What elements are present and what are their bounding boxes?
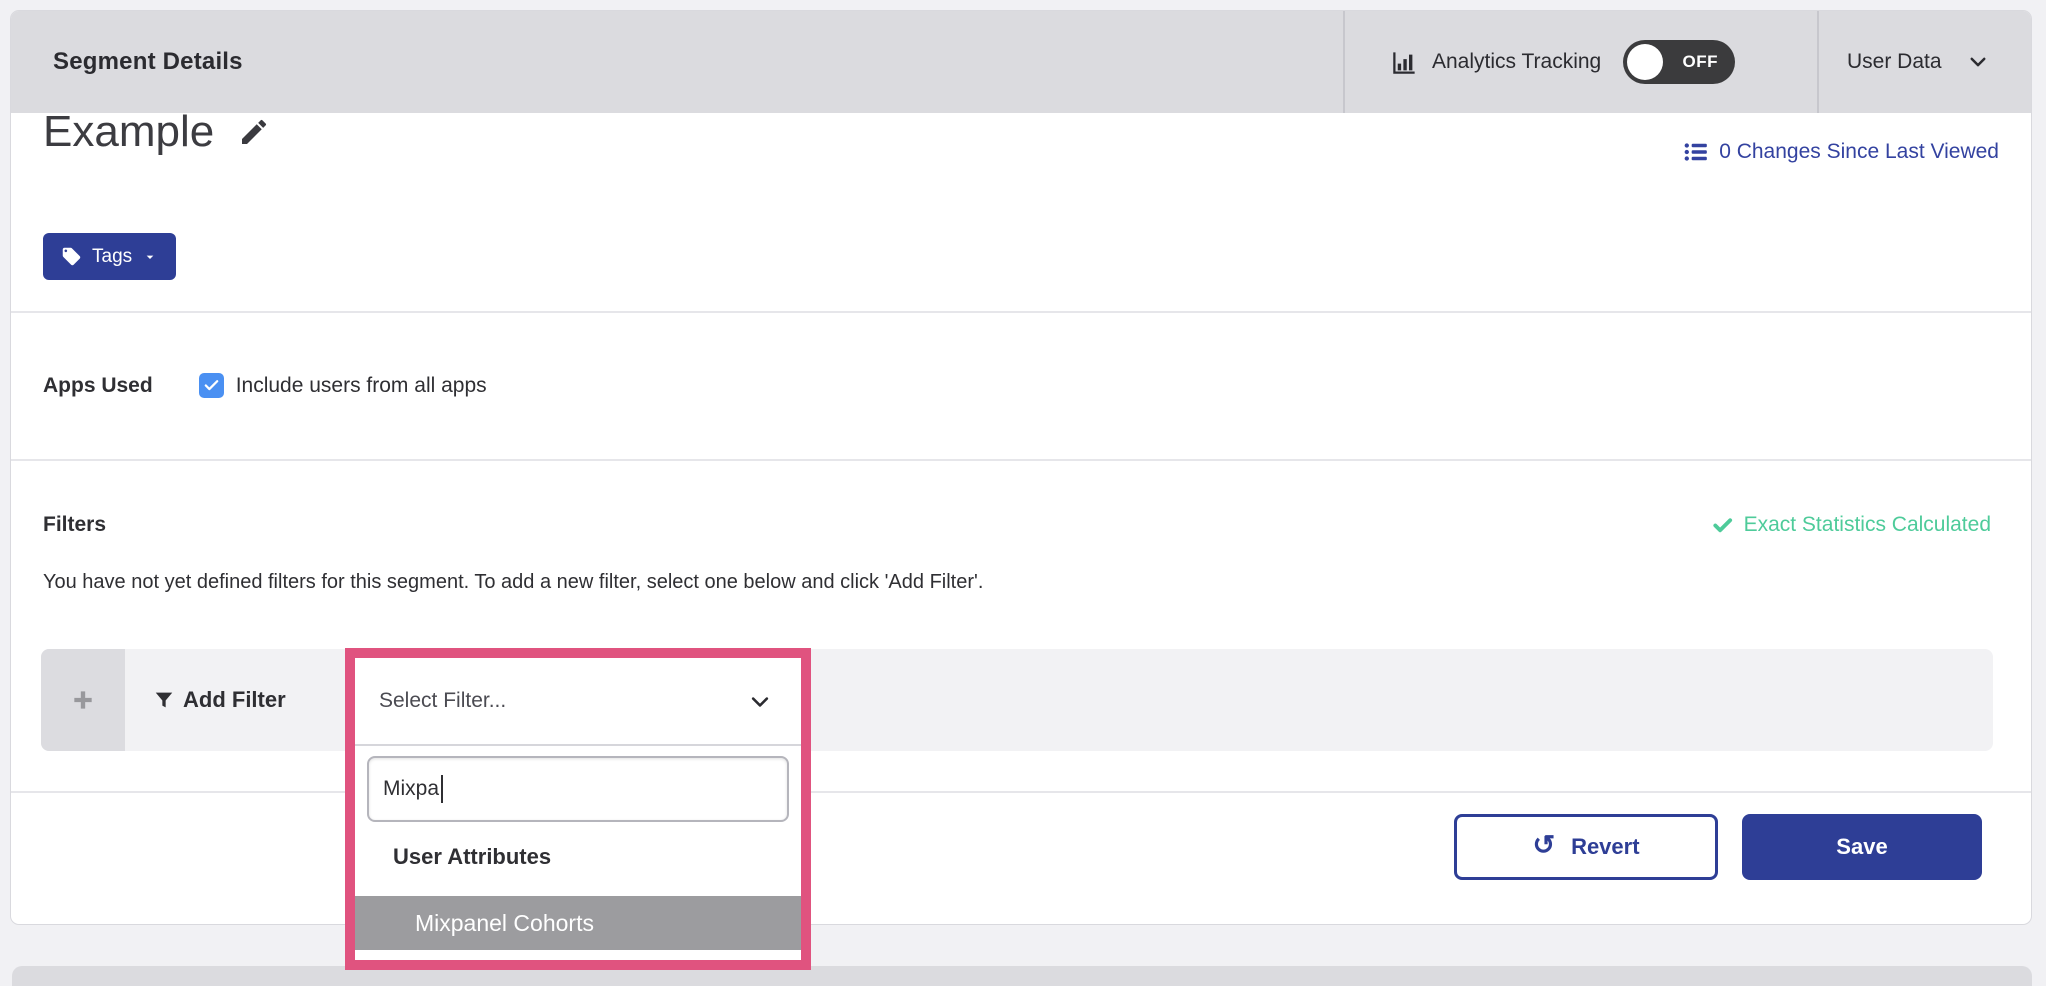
include-all-apps-label: Include users from all apps <box>236 374 487 398</box>
bar-chart-icon <box>1391 49 1418 76</box>
add-filter-row: Add Filter <box>41 649 1993 751</box>
changes-list-icon <box>1683 139 1709 165</box>
toggle-state-label: OFF <box>1671 40 1729 84</box>
exact-statistics-label: Exact Statistics Calculated <box>1744 513 1991 537</box>
plus-icon <box>70 687 96 713</box>
section-divider <box>11 459 2031 461</box>
pencil-edit-icon[interactable] <box>238 116 270 148</box>
analytics-tracking-label: Analytics Tracking <box>1432 50 1601 74</box>
user-data-dropdown[interactable]: User Data <box>1847 11 1988 113</box>
revert-button-label: Revert <box>1571 834 1639 860</box>
caret-down-icon <box>142 249 158 265</box>
apps-used-label: Apps Used <box>43 374 153 398</box>
revert-icon: ↺ <box>1532 832 1555 859</box>
checkmark-icon <box>1711 514 1734 537</box>
text-cursor <box>441 775 443 803</box>
revert-button[interactable]: ↺ Revert <box>1454 814 1718 880</box>
chevron-down-icon <box>1968 52 1988 72</box>
toggle-knob <box>1627 44 1663 80</box>
filter-search-input[interactable]: Mixpa <box>367 756 789 822</box>
check-icon <box>203 377 220 394</box>
dropdown-group-header: User Attributes <box>393 844 551 870</box>
select-filter-value: Select Filter... <box>379 658 506 744</box>
filter-dropdown-highlight-box: Select Filter... Mixpa User Attributes M… <box>345 648 811 970</box>
include-all-apps-checkbox[interactable] <box>199 373 224 398</box>
filter-search-value: Mixpa <box>383 777 439 801</box>
save-button[interactable]: Save <box>1742 814 1982 880</box>
exact-statistics-status: Exact Statistics Calculated <box>1711 513 1991 537</box>
analytics-tracking-toggle[interactable]: OFF <box>1623 40 1735 84</box>
filters-empty-message: You have not yet defined filters for thi… <box>43 571 983 594</box>
header-divider <box>1817 11 1819 113</box>
tags-button[interactable]: Tags <box>43 233 176 280</box>
dropdown-option-mixpanel-cohorts[interactable]: Mixpanel Cohorts <box>355 896 801 950</box>
add-filter-button-label: Add Filter <box>183 687 286 713</box>
include-all-apps-option: Include users from all apps <box>199 373 487 398</box>
funnel-icon <box>153 689 175 711</box>
apps-used-row: Apps Used Include users from all apps <box>43 373 487 398</box>
user-data-label: User Data <box>1847 50 1942 74</box>
section-divider <box>11 311 2031 313</box>
chevron-down-icon <box>749 691 771 713</box>
segment-name-text: Example <box>43 107 214 157</box>
save-button-label: Save <box>1836 834 1887 860</box>
page-title: Segment Details <box>53 11 243 113</box>
segment-details-card: Segment Details Analytics Tracking OFF U… <box>10 10 2032 925</box>
tag-icon <box>61 246 82 267</box>
filters-heading: Filters <box>43 513 106 537</box>
next-section-header-bar <box>12 966 2032 986</box>
analytics-tracking-group: Analytics Tracking OFF <box>1391 11 1735 113</box>
add-filter-plus-button[interactable] <box>41 649 125 751</box>
header-divider <box>1343 11 1345 113</box>
changes-link-label: 0 Changes Since Last Viewed <box>1719 140 1999 164</box>
add-filter-button[interactable]: Add Filter <box>153 649 286 751</box>
segment-name-row: Example <box>43 107 270 157</box>
changes-since-last-viewed-link[interactable]: 0 Changes Since Last Viewed <box>1683 139 1999 165</box>
section-divider <box>11 791 2031 793</box>
card-header-bar: Segment Details Analytics Tracking OFF U… <box>11 11 2031 113</box>
tags-button-label: Tags <box>92 246 132 268</box>
select-filter-dropdown[interactable]: Select Filter... <box>355 658 801 746</box>
